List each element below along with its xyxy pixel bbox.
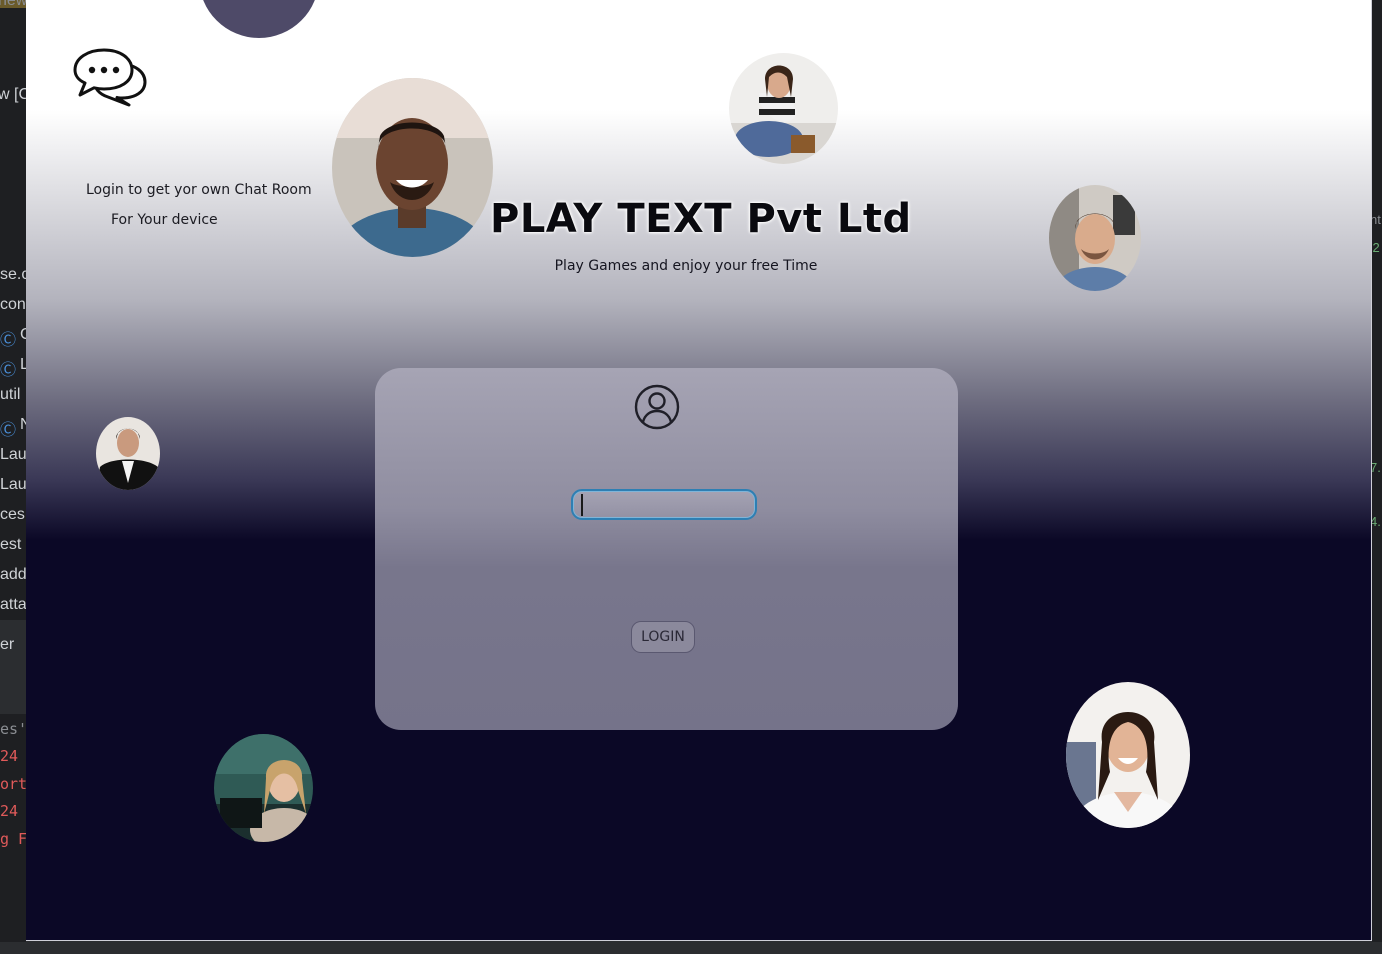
background-ide-right-panel: nt '2 7. 4. [1372, 0, 1382, 954]
ide-line: atta [0, 596, 26, 613]
ide-panel-header [0, 620, 26, 714]
ide-console-line: 24 [0, 747, 19, 765]
ide-line: est [0, 536, 22, 553]
ide-line: add [0, 566, 26, 583]
ide-console-line: es' [0, 720, 26, 738]
promo-subtext: For Your device [111, 212, 218, 228]
decorative-circle [199, 0, 319, 38]
ide-console-line: g F [0, 830, 26, 848]
avatar-photo [1066, 682, 1190, 828]
ide-line: ces [0, 506, 25, 523]
brand-subtitle: Play Games and enjoy your free Time [554, 258, 818, 274]
ide-class-icon: Ⓒ [0, 362, 17, 379]
ide-line: Lau [0, 476, 26, 493]
ide-class-icon: Ⓒ [0, 332, 17, 349]
background-ide-left-panel: new w [C se.c con Ⓒ C Ⓒ L util Ⓒ N Lau L… [0, 0, 26, 954]
avatar-photo [729, 53, 838, 164]
username-input[interactable] [571, 489, 757, 520]
text-caret [581, 494, 583, 516]
brand-title: PLAY TEXT Pvt Ltd [490, 196, 912, 242]
login-window: Login to get yor own Chat Room For Your … [26, 0, 1372, 941]
promo-text: Login to get yor own Chat Room [86, 182, 312, 198]
ide-line: con [0, 296, 26, 313]
ide-class-icon: Ⓒ [0, 422, 17, 439]
ide-line: er [0, 636, 15, 653]
ide-line: w [C [0, 86, 26, 103]
ide-line: 4. [1372, 514, 1381, 529]
avatar-photo [214, 734, 313, 842]
user-circle-icon [631, 384, 683, 430]
ide-line: nt [1372, 212, 1381, 227]
login-card: LOGIN [375, 368, 958, 730]
ide-line: Lau [0, 446, 26, 463]
speech-bubbles-icon [72, 46, 148, 108]
ide-console-line: 24 [0, 802, 19, 820]
ide-console-line: ort [0, 775, 26, 793]
ide-line: util [0, 386, 21, 403]
ide-line: se.c [0, 266, 26, 283]
background-ide-bottom [0, 942, 1382, 954]
ide-line: 7. [1372, 460, 1381, 475]
avatar-photo [332, 78, 493, 257]
avatar-photo [96, 417, 160, 490]
avatar-photo [1049, 185, 1141, 291]
ide-tab-fragment: new [0, 0, 26, 9]
ide-line: '2 [1372, 240, 1380, 255]
login-button[interactable]: LOGIN [631, 621, 695, 653]
